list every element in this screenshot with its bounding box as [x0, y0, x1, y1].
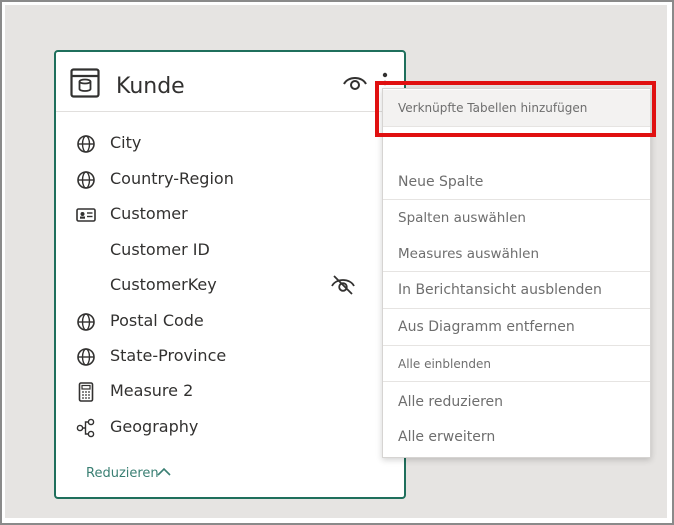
menu-item-select-columns[interactable]: Spalten auswählen: [383, 200, 650, 236]
menu-item-expand-all[interactable]: Alle erweitern: [383, 419, 650, 455]
field-row-measure-2[interactable]: Measure 2: [56, 374, 404, 408]
field-row-city[interactable]: City: [56, 126, 404, 160]
field-label: Geography: [110, 417, 199, 436]
menu-separator: [383, 126, 650, 127]
menu-item-select-measures[interactable]: Measures auswählen: [383, 236, 650, 272]
field-label: City: [110, 133, 142, 152]
field-label: Country-Region: [110, 169, 234, 188]
eye-off-icon: [331, 275, 355, 295]
field-row-state-province[interactable]: State-Province: [56, 339, 404, 373]
field-label: Postal Code: [110, 311, 204, 330]
menu-separator: [383, 381, 650, 382]
menu-item-add-related-tables[interactable]: Verknüpfte Tabellen hinzufügen: [383, 90, 650, 126]
table-icon: [70, 68, 100, 98]
field-label: Customer ID: [110, 240, 210, 259]
field-row-country-region[interactable]: Country-Region: [56, 162, 404, 196]
field-label: State-Province: [110, 346, 227, 365]
collapse-link[interactable]: Reduzieren: [86, 466, 159, 482]
calculator-icon: [78, 382, 94, 402]
field-row-customer-id[interactable]: Customer ID: [56, 233, 404, 267]
table-title: Kunde: [116, 74, 185, 99]
menu-item-show-all[interactable]: Alle einblenden: [383, 346, 650, 382]
eye-icon[interactable]: [342, 73, 368, 93]
context-menu: Verknüpfte Tabellen hinzufügen Neue Spal…: [382, 88, 651, 458]
menu-item-collapse-all[interactable]: Alle reduzieren: [383, 384, 650, 420]
id-card-icon: [76, 208, 96, 222]
field-row-customerkey[interactable]: CustomerKey: [56, 268, 404, 302]
field-label: Customer: [110, 204, 188, 223]
field-label: Measure 2: [110, 381, 194, 400]
menu-item-new-column[interactable]: Neue Spalte: [383, 164, 650, 200]
table-card-header: Kunde: [56, 52, 404, 112]
menu-item-remove-from-diagram[interactable]: Aus Diagramm entfernen: [383, 309, 650, 345]
globe-icon: [77, 348, 95, 366]
menu-item-hide-in-report-view[interactable]: In Berichtansicht ausblenden: [383, 272, 650, 308]
table-card-kunde[interactable]: Kunde City Country-Region Customer Custo…: [54, 50, 406, 499]
globe-icon: [77, 171, 95, 189]
field-row-geography[interactable]: Geography: [56, 410, 404, 444]
globe-icon: [77, 313, 95, 331]
chevron-up-icon[interactable]: [156, 467, 172, 477]
hierarchy-icon: [76, 418, 95, 438]
globe-icon: [77, 135, 95, 153]
field-label: CustomerKey: [110, 275, 217, 294]
field-row-customer[interactable]: Customer: [56, 197, 404, 231]
field-row-postal-code[interactable]: Postal Code: [56, 304, 404, 338]
